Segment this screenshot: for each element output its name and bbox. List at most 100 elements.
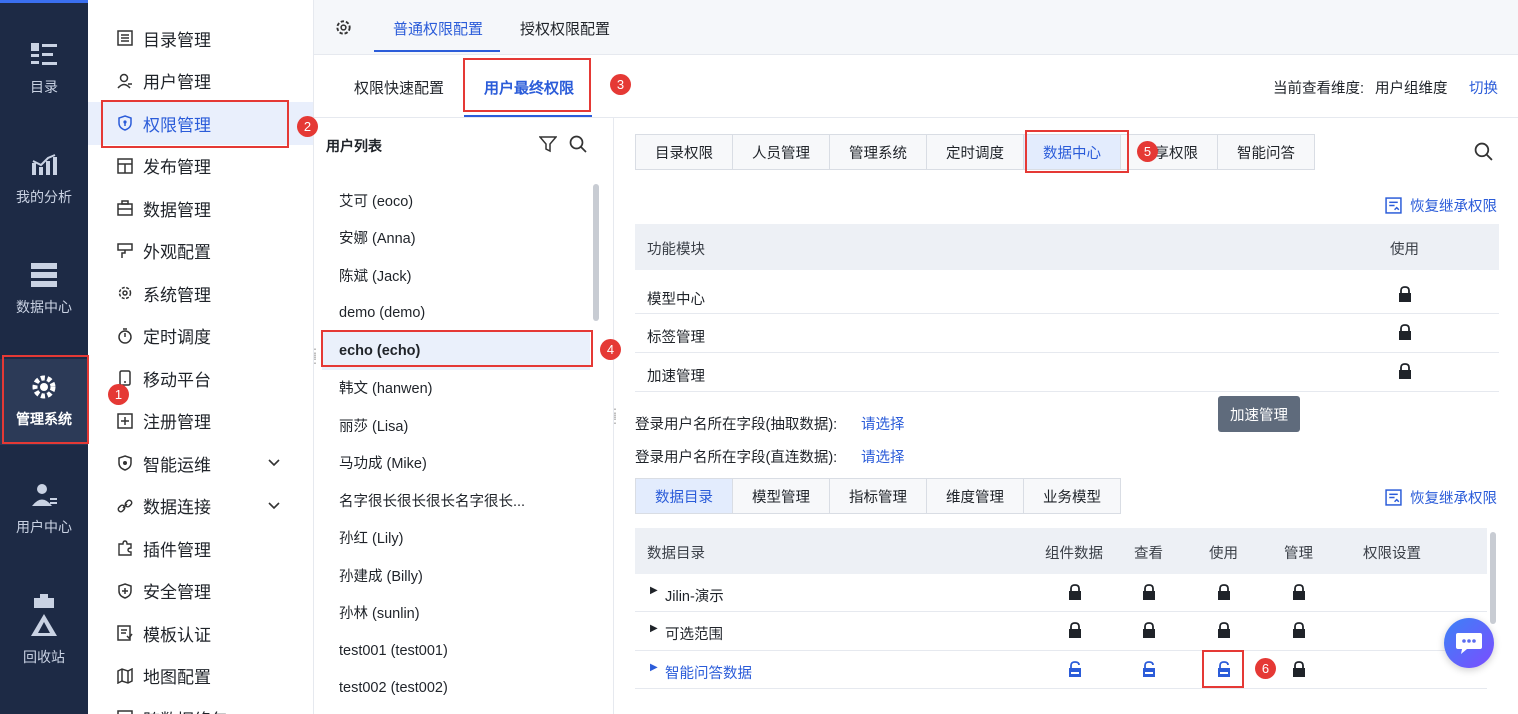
user-list-item[interactable]: demo (demo) [322,294,590,332]
lock-icon[interactable] [1292,661,1306,677]
tab-data-catalog[interactable]: 数据目录 [636,479,733,513]
rail-item-admin[interactable]: 管理系统 [0,359,88,445]
switch-link[interactable]: 切换 [1469,77,1498,98]
shield-icon [116,114,134,132]
restore-inherit-button[interactable]: 恢复继承权限 [1385,487,1497,508]
chevron-down-icon[interactable] [267,498,281,518]
menu-item-register[interactable]: 注册管理 [88,400,313,443]
rail-item-recycle[interactable]: 回收站 [0,593,88,683]
search-icon[interactable] [569,135,587,156]
user-list-item[interactable]: 马功成 (Mike) [322,444,590,482]
link-icon [116,497,134,515]
active-subtab-underline [464,115,592,117]
user-list-item[interactable]: 安娜 (Anna) [322,219,590,257]
lock-icon[interactable] [1398,324,1412,340]
user-list-item[interactable]: 韩文 (hanwen) [322,369,590,407]
search-icon[interactable] [1474,142,1493,164]
tab-dimension-manage[interactable]: 维度管理 [927,479,1024,513]
drag-handle-icon[interactable]: ⋮ ⋮ [609,407,621,425]
unlock-icon[interactable] [1142,661,1156,677]
user-list-scrollbar[interactable] [593,184,599,321]
catalog-name: 智能问答数据 [665,666,752,682]
tab-catalog-permission[interactable]: 目录权限 [636,135,733,169]
user-list-item[interactable]: 艾可 (eoco) [322,182,590,220]
select-field-link[interactable]: 请选择 [861,413,905,434]
menu-label: 移动平台 [143,370,211,390]
user-list-item[interactable]: test002 (test002) [322,669,590,707]
menu-item-permissions[interactable]: 权限管理 [88,102,313,145]
tab-user-final-permission[interactable]: 用户最终权限 [484,77,574,98]
lock-icon[interactable] [1217,622,1231,638]
menu-item-appearance[interactable]: 外观配置 [88,230,313,273]
menu-item-data[interactable]: 数据管理 [88,187,313,230]
table-row[interactable]: ▶ 可选范围 [635,612,1487,651]
menu-item-security[interactable]: 安全管理 [88,570,313,613]
expand-triangle-icon[interactable]: ▶ [650,585,658,596]
menu-label: 注册管理 [143,413,211,433]
restore-inherit-button[interactable]: 恢复继承权限 [1385,195,1497,216]
tab-share[interactable]: 分享权限 [1121,135,1218,169]
tab-business-model[interactable]: 业务模型 [1024,479,1120,513]
lock-icon[interactable] [1068,584,1082,600]
puzzle-icon [116,539,134,557]
drag-handle-icon[interactable]: ⋮ ⋮ [309,347,321,365]
menu-item-template-cert[interactable]: 模板认证 [88,612,313,655]
user-list-item[interactable]: test001 (test001) [322,632,590,670]
tab-qa[interactable]: 智能问答 [1218,135,1314,169]
menu-item-map[interactable]: 地图配置 [88,655,313,698]
menu-item-mobile[interactable]: 移动平台 [88,357,313,400]
menu-item-system[interactable]: 系统管理 [88,272,313,315]
tab-data-center[interactable]: 数据中心 [1024,135,1121,169]
table-row[interactable]: ▶ 智能问答数据 [635,651,1487,689]
rail-item-datacenter[interactable]: 数据中心 [0,261,88,331]
tab-personnel[interactable]: 人员管理 [733,135,830,169]
menu-item-users[interactable]: 用户管理 [88,60,313,103]
rail-item-catalog[interactable]: 目录 [0,41,88,111]
lock-icon[interactable] [1398,363,1412,379]
lock-icon[interactable] [1398,286,1412,302]
user-list-item[interactable]: 名字很长很长很长名字很长... [322,482,590,520]
chat-assistant-button[interactable] [1444,618,1494,668]
menu-label: 模板认证 [143,625,211,645]
lock-icon[interactable] [1292,584,1306,600]
table-row[interactable]: ▶ Jilin-演示 [635,574,1487,612]
menu-item-catalog[interactable]: 目录管理 [88,17,313,60]
lock-icon[interactable] [1142,584,1156,600]
tab-quick-config[interactable]: 权限快速配置 [354,77,444,98]
user-list-item[interactable]: 丽莎 (Lisa) [322,407,590,445]
expand-triangle-icon[interactable]: ▶ [650,623,658,634]
col-header: 数据目录 [647,546,705,562]
user-list-item[interactable]: 孙红 (Lily) [322,519,590,557]
expand-triangle-icon[interactable]: ▶ [650,662,658,673]
menu-item-cross-data[interactable]: 跨数据络包 [88,697,313,714]
rail-item-usercenter[interactable]: 用户中心 [0,481,88,551]
tab-admin-system[interactable]: 管理系统 [830,135,927,169]
menu-item-publish[interactable]: 发布管理 [88,145,313,188]
filter-icon[interactable] [538,135,558,156]
select-field-link[interactable]: 请选择 [861,446,905,467]
lock-icon[interactable] [1217,584,1231,600]
menu-item-connection[interactable]: 数据连接 [88,485,313,528]
user-list-item[interactable]: 陈斌 (Jack) [322,257,590,295]
chevron-down-icon[interactable] [267,455,281,475]
unlock-icon[interactable] [1068,661,1082,677]
user-list-item-selected[interactable]: echo (echo) [322,332,590,370]
lock-icon[interactable] [1068,622,1082,638]
tab-model-manage[interactable]: 模型管理 [733,479,830,513]
menu-item-schedule[interactable]: 定时调度 [88,315,313,358]
rail-item-analysis[interactable]: 我的分析 [0,151,88,221]
user-list-item[interactable]: 孙建成 (Billy) [322,557,590,595]
user-list-item[interactable]: 孙林 (sunlin) [322,594,590,632]
tab-schedule[interactable]: 定时调度 [927,135,1024,169]
lock-icon[interactable] [1292,622,1306,638]
tab-grant-permission[interactable]: 授权权限配置 [520,18,610,39]
module-name: 标签管理 [647,330,705,346]
menu-item-ops[interactable]: 智能运维 [88,442,313,485]
settings-icon[interactable] [334,18,353,40]
table-scrollbar[interactable] [1490,532,1496,624]
tab-metric-manage[interactable]: 指标管理 [830,479,927,513]
unlock-icon[interactable] [1217,661,1231,677]
menu-item-plugins[interactable]: 插件管理 [88,527,313,570]
tab-general-permission[interactable]: 普通权限配置 [393,18,483,39]
lock-icon[interactable] [1142,622,1156,638]
